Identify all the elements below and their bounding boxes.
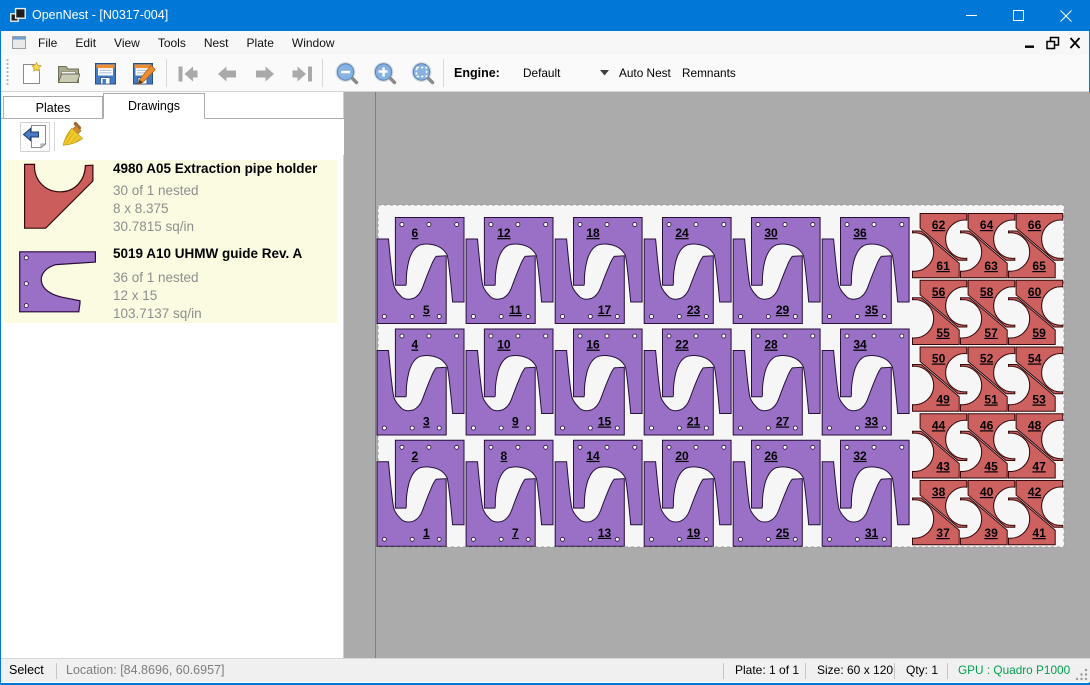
svg-text:46: 46 [980, 418, 994, 432]
svg-text:1: 1 [423, 526, 430, 540]
svg-text:39: 39 [984, 526, 998, 540]
svg-text:30: 30 [764, 226, 778, 240]
svg-text:16: 16 [586, 338, 600, 352]
svg-text:5: 5 [423, 303, 430, 317]
svg-text:37: 37 [936, 526, 950, 540]
svg-text:32: 32 [853, 449, 867, 463]
svg-text:61: 61 [936, 259, 950, 273]
svg-text:54: 54 [1028, 352, 1042, 366]
svg-text:3: 3 [423, 415, 430, 429]
svg-text:40: 40 [980, 485, 994, 499]
svg-text:20: 20 [675, 449, 689, 463]
svg-text:53: 53 [1032, 393, 1046, 407]
svg-text:63: 63 [984, 259, 998, 273]
svg-text:35: 35 [865, 303, 879, 317]
svg-text:12: 12 [497, 226, 511, 240]
svg-text:64: 64 [980, 218, 994, 232]
svg-text:45: 45 [984, 459, 998, 473]
svg-text:23: 23 [687, 303, 701, 317]
svg-text:18: 18 [586, 226, 600, 240]
svg-text:19: 19 [687, 526, 701, 540]
svg-text:47: 47 [1032, 459, 1046, 473]
svg-text:42: 42 [1028, 485, 1042, 499]
svg-text:66: 66 [1028, 218, 1042, 232]
svg-text:65: 65 [1032, 259, 1046, 273]
svg-text:29: 29 [776, 303, 790, 317]
svg-text:33: 33 [865, 415, 879, 429]
svg-text:27: 27 [776, 415, 790, 429]
svg-text:38: 38 [932, 485, 946, 499]
svg-text:9: 9 [512, 415, 519, 429]
svg-text:25: 25 [776, 526, 790, 540]
svg-text:52: 52 [980, 352, 994, 366]
svg-text:17: 17 [598, 303, 612, 317]
svg-text:7: 7 [512, 526, 519, 540]
svg-text:10: 10 [497, 338, 511, 352]
svg-text:51: 51 [984, 393, 998, 407]
svg-text:57: 57 [984, 326, 998, 340]
svg-text:60: 60 [1028, 285, 1042, 299]
svg-text:34: 34 [853, 338, 867, 352]
svg-text:48: 48 [1028, 418, 1042, 432]
svg-text:41: 41 [1032, 526, 1046, 540]
svg-text:26: 26 [764, 449, 778, 463]
svg-text:6: 6 [412, 226, 419, 240]
svg-text:28: 28 [764, 338, 778, 352]
svg-text:2: 2 [412, 449, 419, 463]
svg-text:22: 22 [675, 338, 689, 352]
svg-text:13: 13 [598, 526, 612, 540]
svg-text:62: 62 [932, 218, 946, 232]
svg-text:24: 24 [675, 226, 689, 240]
svg-text:49: 49 [936, 393, 950, 407]
svg-text:11: 11 [509, 303, 522, 317]
svg-text:43: 43 [936, 459, 950, 473]
svg-text:58: 58 [980, 285, 994, 299]
svg-text:59: 59 [1032, 326, 1046, 340]
svg-text:14: 14 [586, 449, 600, 463]
svg-text:36: 36 [853, 226, 867, 240]
svg-text:8: 8 [501, 449, 508, 463]
svg-text:4: 4 [412, 338, 419, 352]
svg-text:21: 21 [687, 415, 701, 429]
svg-text:44: 44 [932, 418, 946, 432]
svg-text:55: 55 [936, 326, 950, 340]
svg-text:15: 15 [598, 415, 612, 429]
svg-text:50: 50 [932, 352, 946, 366]
svg-text:56: 56 [932, 285, 946, 299]
svg-text:31: 31 [865, 526, 879, 540]
